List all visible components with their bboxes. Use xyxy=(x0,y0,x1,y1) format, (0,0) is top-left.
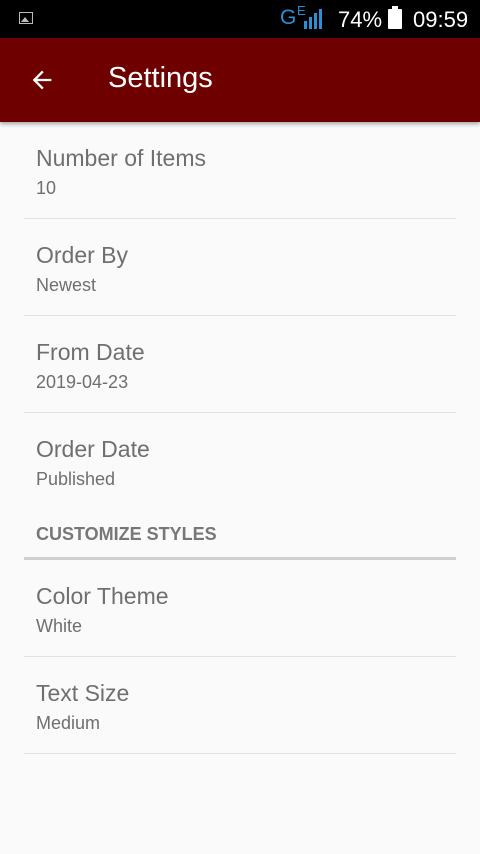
status-bar: G E 74% 09:59 xyxy=(0,0,480,38)
battery-icon xyxy=(388,6,402,29)
pref-text-size[interactable]: Text Size Medium xyxy=(0,657,480,754)
pref-from-date[interactable]: From Date 2019-04-23 xyxy=(0,316,480,413)
page-title: Settings xyxy=(108,62,213,94)
pref-title: Color Theme xyxy=(36,583,169,609)
divider xyxy=(24,753,456,754)
pref-number-of-items[interactable]: Number of Items 10 xyxy=(0,122,480,219)
settings-list: Number of Items 10 Order By Newest From … xyxy=(0,122,480,754)
pref-title: Order Date xyxy=(36,436,150,462)
pref-summary: 10 xyxy=(36,178,57,198)
arrow-left-icon xyxy=(32,70,52,90)
pref-summary: Published xyxy=(36,469,116,489)
pref-summary: Medium xyxy=(36,713,101,733)
battery-percent: 74% xyxy=(338,7,383,32)
network-subtype-label: E xyxy=(297,3,306,18)
network-type-label: G xyxy=(280,6,297,29)
back-button[interactable] xyxy=(28,66,56,94)
pref-color-theme[interactable]: Color Theme White xyxy=(0,560,480,657)
network-signal-icon: G E xyxy=(280,3,326,32)
pref-summary: White xyxy=(36,616,83,636)
pref-order-date[interactable]: Order Date Published xyxy=(0,413,480,510)
category-customize-styles: CUSTOMIZE STYLES xyxy=(0,510,480,560)
clock: 09:59 xyxy=(413,7,469,32)
pref-summary: 2019-04-23 xyxy=(36,372,129,392)
pref-title: Text Size xyxy=(36,680,130,706)
image-notification-icon xyxy=(19,12,33,24)
app-bar: Settings xyxy=(0,38,480,122)
category-title: CUSTOMIZE STYLES xyxy=(36,524,217,544)
pref-summary: Newest xyxy=(36,275,97,295)
pref-title: From Date xyxy=(36,339,145,365)
pref-order-by[interactable]: Order By Newest xyxy=(0,219,480,316)
pref-title: Number of Items xyxy=(36,145,206,171)
pref-title: Order By xyxy=(36,242,129,268)
